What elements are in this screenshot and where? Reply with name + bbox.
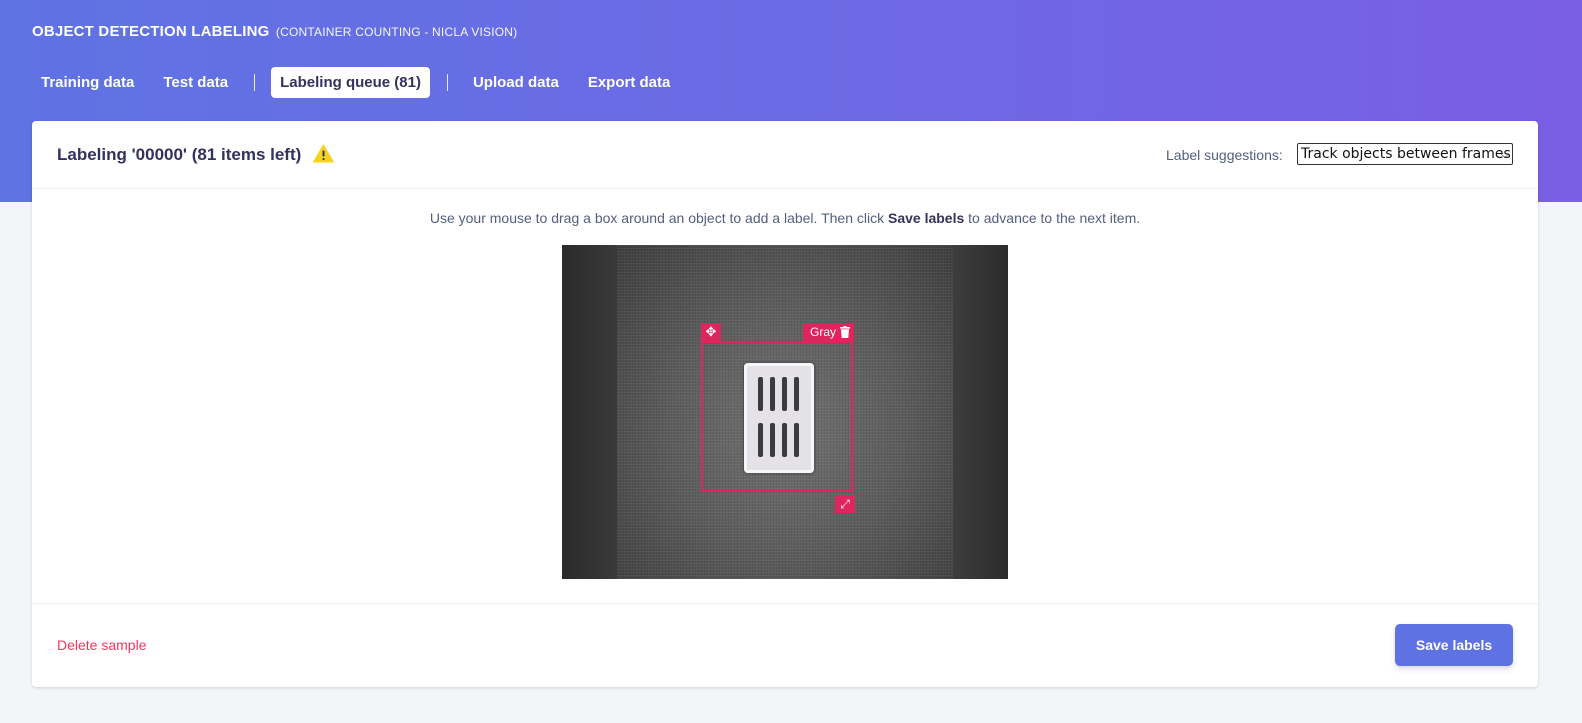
data-nav-tabs: Training data Test data Labeling queue (… [32,67,690,98]
tab-test-data[interactable]: Test data [154,67,237,98]
trash-icon[interactable] [840,326,851,338]
bounding-box[interactable] [701,341,853,492]
warning-triangle-icon[interactable] [313,144,334,163]
tab-labeling-queue[interactable]: Labeling queue (81) [271,67,430,98]
labeling-card: Labeling '00000' (81 items left) Label s… [32,121,1538,687]
page-title-text: OBJECT DETECTION LABELING [32,23,270,40]
resize-icon[interactable]: ⤢ [835,495,855,513]
instructions-text-end: to advance to the next item. [964,210,1141,226]
bounding-box-label[interactable]: Gray [803,323,855,341]
footer-divider [32,603,1538,604]
tab-training-data[interactable]: Training data [32,67,143,98]
label-suggestions-value: Track objects between frames [1301,146,1511,162]
labeling-instructions: Use your mouse to drag a box around an o… [32,210,1538,226]
delete-sample-link[interactable]: Delete sample [57,637,147,653]
tab-upload-data[interactable]: Upload data [464,67,568,98]
nav-divider [446,74,448,91]
move-icon[interactable]: ✥ [701,323,721,341]
image-background-right [953,245,1008,579]
labeling-title: Labeling '00000' (81 items left) [57,145,302,164]
project-subtitle: (CONTAINER COUNTING - NICLA VISION) [275,25,518,39]
page-title: OBJECT DETECTION LABELING (CONTAINER COU… [32,23,517,40]
card-header: Labeling '00000' (81 items left) Label s… [32,121,1538,189]
instructions-text: Use your mouse to drag a box around an o… [429,210,888,226]
tab-export-data[interactable]: Export data [579,67,680,98]
labeling-canvas[interactable]: ✥ Gray ⤢ [562,245,1008,579]
bounding-box-label-text: Gray [810,325,837,339]
label-suggestions-select[interactable]: Track objects between frames ⌵ [1297,143,1513,165]
chevron-down-icon: ⌵ [1500,148,1509,161]
instructions-bold: Save labels [887,210,965,226]
save-labels-button[interactable]: Save labels [1395,624,1513,666]
nav-divider [254,74,256,91]
image-background-left [562,245,617,579]
label-suggestions-label: Label suggestions: [1166,147,1283,163]
